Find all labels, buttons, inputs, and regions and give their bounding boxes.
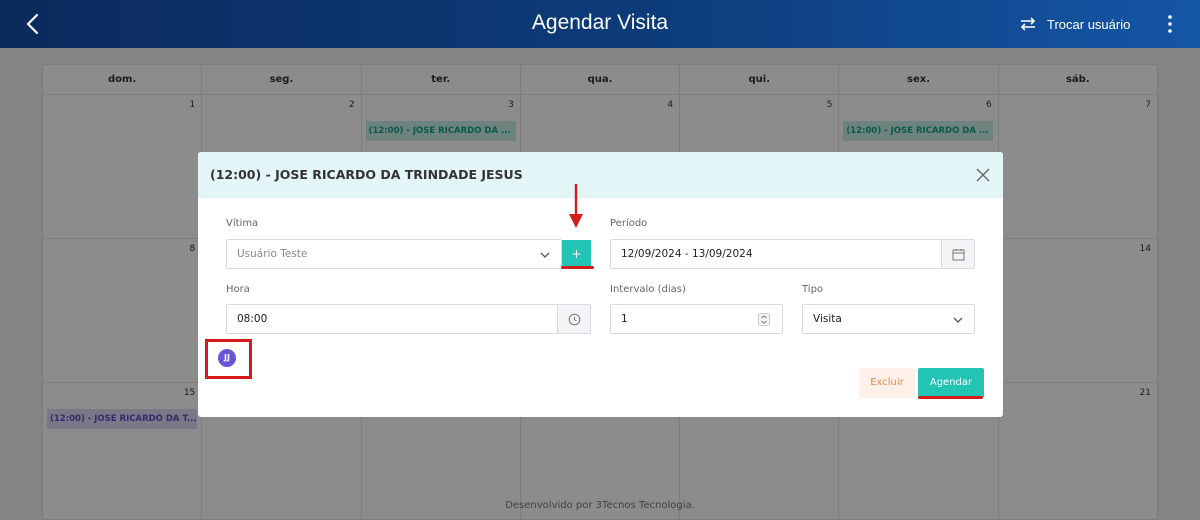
add-victim-button[interactable]: + [562,240,591,269]
type-value: Visita [813,313,842,325]
type-select[interactable]: Visita [802,304,975,334]
switch-user-label: Trocar usuário [1047,16,1131,32]
modal-header: (12:00) - JOSE RICARDO DA TRINDADE JESUS [198,152,1003,198]
interval-input[interactable]: 1 [610,304,783,334]
victim-label: Vítima [226,218,259,229]
close-icon[interactable] [973,165,993,185]
visit-modal: (12:00) - JOSE RICARDO DA TRINDADE JESUS… [198,152,1003,417]
more-vertical-icon[interactable] [1160,12,1180,36]
interval-label: Intervalo (dias) [610,284,686,295]
swap-icon [1020,17,1036,31]
victim-select[interactable]: Usuário Teste [226,239,562,269]
delete-button[interactable]: Excluir [859,368,915,398]
switch-user-button[interactable]: Trocar usuário [1018,13,1130,35]
calendar-icon[interactable] [941,239,975,269]
modal-title: (12:00) - JOSE RICARDO DA TRINDADE JESUS [210,167,523,182]
stepper-icon[interactable] [758,313,770,326]
hour-value: 08:00 [237,313,268,325]
interval-value: 1 [621,313,628,325]
hour-field[interactable]: 08:00 [226,304,591,334]
app-header: Agendar Visita Trocar usuário [0,0,1200,48]
red-arrow-annotation [569,184,583,228]
victim-value: Usuário Teste [237,248,308,260]
red-underline-annotation [561,266,594,269]
chevron-down-icon [953,317,963,323]
period-label: Período [610,218,648,229]
type-label: Tipo [802,284,824,295]
period-value: 12/09/2024 - 13/09/2024 [621,248,753,260]
period-field[interactable]: 12/09/2024 - 13/09/2024 [610,239,975,269]
red-underline-annotation [918,396,983,399]
schedule-button[interactable]: Agendar [918,368,984,398]
red-box-annotation [205,339,252,379]
chevron-down-icon [540,252,550,258]
hour-label: Hora [226,284,250,295]
clock-icon[interactable] [557,304,591,334]
